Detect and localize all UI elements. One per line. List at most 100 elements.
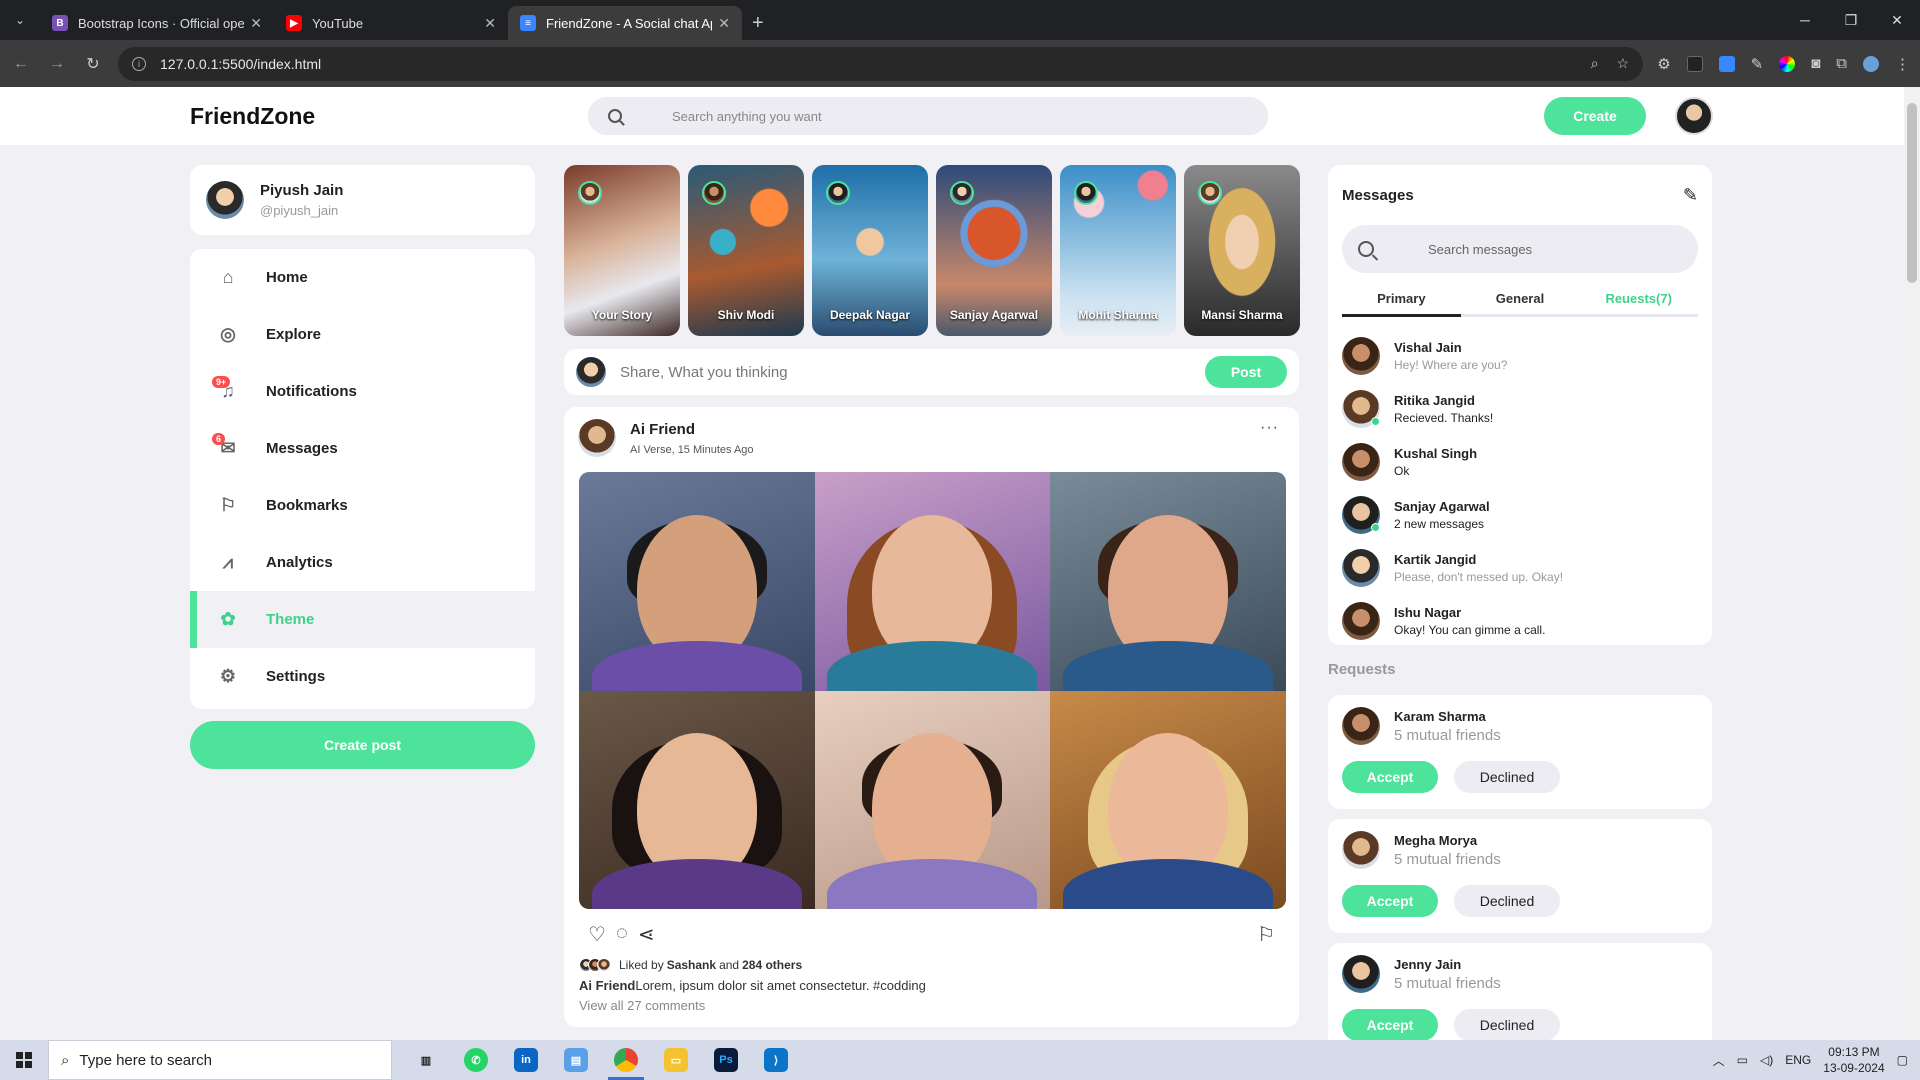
tab-requests[interactable]: Reuests(7) bbox=[1579, 283, 1698, 314]
star-icon[interactable]: ☆ bbox=[1617, 55, 1630, 72]
chrome-icon[interactable] bbox=[604, 1040, 648, 1080]
file-explorer-icon[interactable]: ▭ bbox=[654, 1040, 698, 1080]
profile-card[interactable]: Piyush Jain @piyush_jain bbox=[190, 165, 535, 235]
forward-icon[interactable]: → bbox=[46, 55, 68, 73]
avatar bbox=[576, 357, 606, 387]
restore-icon[interactable]: ❐ bbox=[1828, 0, 1874, 40]
user-avatar[interactable] bbox=[1675, 97, 1713, 135]
sidebar-item-messages[interactable]: ✉ 6 Messages bbox=[190, 420, 535, 477]
heart-icon[interactable]: ♡ bbox=[588, 922, 606, 947]
request-card: Karam Sharma 5 mutual friends Accept Decl… bbox=[1328, 695, 1712, 809]
reload-icon[interactable]: ↻ bbox=[82, 54, 104, 74]
site-info-icon[interactable]: i bbox=[132, 56, 146, 71]
whatsapp-icon[interactable]: ✆ bbox=[454, 1040, 498, 1080]
more-options-icon[interactable]: ··· bbox=[1260, 419, 1279, 437]
chevron-up-icon[interactable]: ︿ bbox=[1713, 1052, 1725, 1069]
accept-button[interactable]: Accept bbox=[1342, 1009, 1438, 1040]
decline-button[interactable]: Declined bbox=[1454, 1009, 1560, 1040]
back-icon[interactable]: ← bbox=[10, 55, 32, 73]
bookmark-icon[interactable]: ⚐ bbox=[1257, 922, 1275, 947]
notification-center-icon[interactable]: ▢ bbox=[1897, 1053, 1908, 1067]
message-item[interactable]: Ishu Nagar Okay! You can gimme a call. bbox=[1342, 594, 1698, 647]
tab-general[interactable]: General bbox=[1461, 283, 1580, 314]
sidebar-item-theme[interactable]: ✿ Theme bbox=[190, 591, 535, 648]
global-search-input[interactable]: Search anything you want bbox=[588, 97, 1268, 135]
tab-search-icon[interactable]: ⌄ bbox=[0, 0, 40, 40]
close-tab-icon[interactable]: ✕ bbox=[718, 15, 730, 32]
message-item[interactable]: Ritika Jangid Recieved. Thanks! bbox=[1342, 382, 1698, 435]
new-tab-icon[interactable]: + bbox=[742, 6, 774, 40]
clock[interactable]: 09:13 PM 13-09-2024 bbox=[1823, 1044, 1884, 1076]
message-item[interactable]: Kushal Singh Ok bbox=[1342, 435, 1698, 488]
decline-button[interactable]: Declined bbox=[1454, 885, 1560, 917]
caption-author[interactable]: Ai Friend bbox=[579, 978, 635, 993]
post-image[interactable] bbox=[579, 472, 1286, 909]
image-tile bbox=[579, 690, 815, 909]
close-tab-icon[interactable]: ✕ bbox=[250, 15, 262, 32]
scrollbar-thumb[interactable] bbox=[1907, 103, 1917, 283]
photoshop-icon[interactable]: Ps bbox=[704, 1040, 748, 1080]
liked-user[interactable]: Sashank bbox=[667, 958, 716, 972]
browser-tab[interactable]: ▶ YouTube ✕ bbox=[274, 6, 508, 40]
page-scrollbar[interactable] bbox=[1904, 87, 1920, 1040]
file-app-icon[interactable]: ▤ bbox=[554, 1040, 598, 1080]
sidebar-menu: ⌂ Home ◎ Explore ♫ 9+ Notifications ✉ 6 Me… bbox=[190, 249, 535, 709]
kebab-menu-icon[interactable]: ⋮ bbox=[1895, 55, 1910, 73]
sidebar-item-analytics[interactable]: ⩘ Analytics bbox=[190, 534, 535, 591]
story-card[interactable]: Shiv Modi bbox=[688, 165, 804, 336]
sidebar-item-notifications[interactable]: ♫ 9+ Notifications bbox=[190, 363, 535, 420]
post-button[interactable]: Post bbox=[1205, 356, 1287, 388]
close-tab-icon[interactable]: ✕ bbox=[484, 15, 496, 32]
post-author[interactable]: Ai Friend bbox=[630, 421, 754, 438]
minimize-icon[interactable]: ─ bbox=[1782, 0, 1828, 40]
extension-gear-icon[interactable]: ⚙ bbox=[1657, 55, 1670, 73]
task-view-icon[interactable]: ▥ bbox=[404, 1040, 448, 1080]
taskbar-search-input[interactable]: ⌕ Type here to search bbox=[48, 1040, 392, 1080]
vscode-icon[interactable]: ⟩ bbox=[754, 1040, 798, 1080]
network-icon[interactable]: ▭ bbox=[1737, 1053, 1748, 1067]
decline-button[interactable]: Declined bbox=[1454, 761, 1560, 793]
message-item[interactable]: Kartik Jangid Please, don't messed up. Ok… bbox=[1342, 541, 1698, 594]
sidebar-item-settings[interactable]: ⚙ Settings bbox=[190, 648, 535, 705]
story-card[interactable]: Sanjay Agarwal bbox=[936, 165, 1052, 336]
close-window-icon[interactable]: ✕ bbox=[1874, 0, 1920, 40]
view-comments-link[interactable]: View all 27 comments bbox=[579, 998, 705, 1013]
linkedin-icon[interactable]: in bbox=[504, 1040, 548, 1080]
create-button[interactable]: Create bbox=[1544, 97, 1646, 135]
message-item[interactable]: Vishal Jain Hey! Where are you? bbox=[1342, 329, 1698, 382]
message-item[interactable]: Sanjay Agarwal 2 new messages bbox=[1342, 488, 1698, 541]
start-button[interactable] bbox=[0, 1040, 48, 1080]
comment-icon[interactable]: ◌ bbox=[616, 922, 628, 947]
url-field[interactable]: i 127.0.0.1:5500/index.html ⌕ ☆ bbox=[118, 46, 1644, 81]
extension-icon[interactable] bbox=[1686, 55, 1703, 72]
pen-icon[interactable]: ✎ bbox=[1751, 55, 1764, 73]
sidebar-item-home[interactable]: ⌂ Home bbox=[190, 249, 535, 306]
tab-primary[interactable]: Primary bbox=[1342, 283, 1461, 317]
camera-icon[interactable]: ◙ bbox=[1811, 55, 1820, 72]
avatar[interactable] bbox=[578, 419, 616, 457]
story-card[interactable]: Deepak Nagar bbox=[812, 165, 928, 336]
accept-button[interactable]: Accept bbox=[1342, 761, 1438, 793]
liked-others[interactable]: 284 others bbox=[742, 958, 802, 972]
story-card[interactable]: Mohit Sharma bbox=[1060, 165, 1176, 336]
download-icon[interactable] bbox=[1718, 55, 1735, 72]
story-card[interactable]: Your Story bbox=[564, 165, 680, 336]
browser-tab[interactable]: B Bootstrap Icons · Official open s ✕ bbox=[40, 6, 274, 40]
story-card[interactable]: Mansi Sharma bbox=[1184, 165, 1300, 336]
share-input[interactable]: Share, What you thinking bbox=[620, 364, 1205, 381]
sidebar-item-explore[interactable]: ◎ Explore bbox=[190, 306, 535, 363]
messages-search-input[interactable]: Search messages bbox=[1342, 225, 1698, 273]
browser-tab-active[interactable]: ≡ FriendZone - A Social chat App ✕ bbox=[508, 6, 742, 40]
puzzle-icon[interactable]: ⧉ bbox=[1836, 55, 1847, 72]
color-picker-icon[interactable] bbox=[1779, 55, 1796, 72]
share-icon[interactable]: ⋖ bbox=[638, 922, 655, 947]
volume-icon[interactable]: ◁) bbox=[1760, 1053, 1773, 1067]
accept-button[interactable]: Accept bbox=[1342, 885, 1438, 917]
sidebar-item-bookmarks[interactable]: ⚐ Bookmarks bbox=[190, 477, 535, 534]
zoom-icon[interactable]: ⌕ bbox=[1591, 55, 1599, 72]
create-post-button[interactable]: Create post bbox=[190, 721, 535, 769]
profile-icon[interactable] bbox=[1863, 55, 1879, 72]
app-logo[interactable]: FriendZone bbox=[190, 103, 315, 130]
edit-icon[interactable]: ✎ bbox=[1683, 185, 1698, 206]
language-indicator[interactable]: ENG bbox=[1785, 1053, 1811, 1067]
